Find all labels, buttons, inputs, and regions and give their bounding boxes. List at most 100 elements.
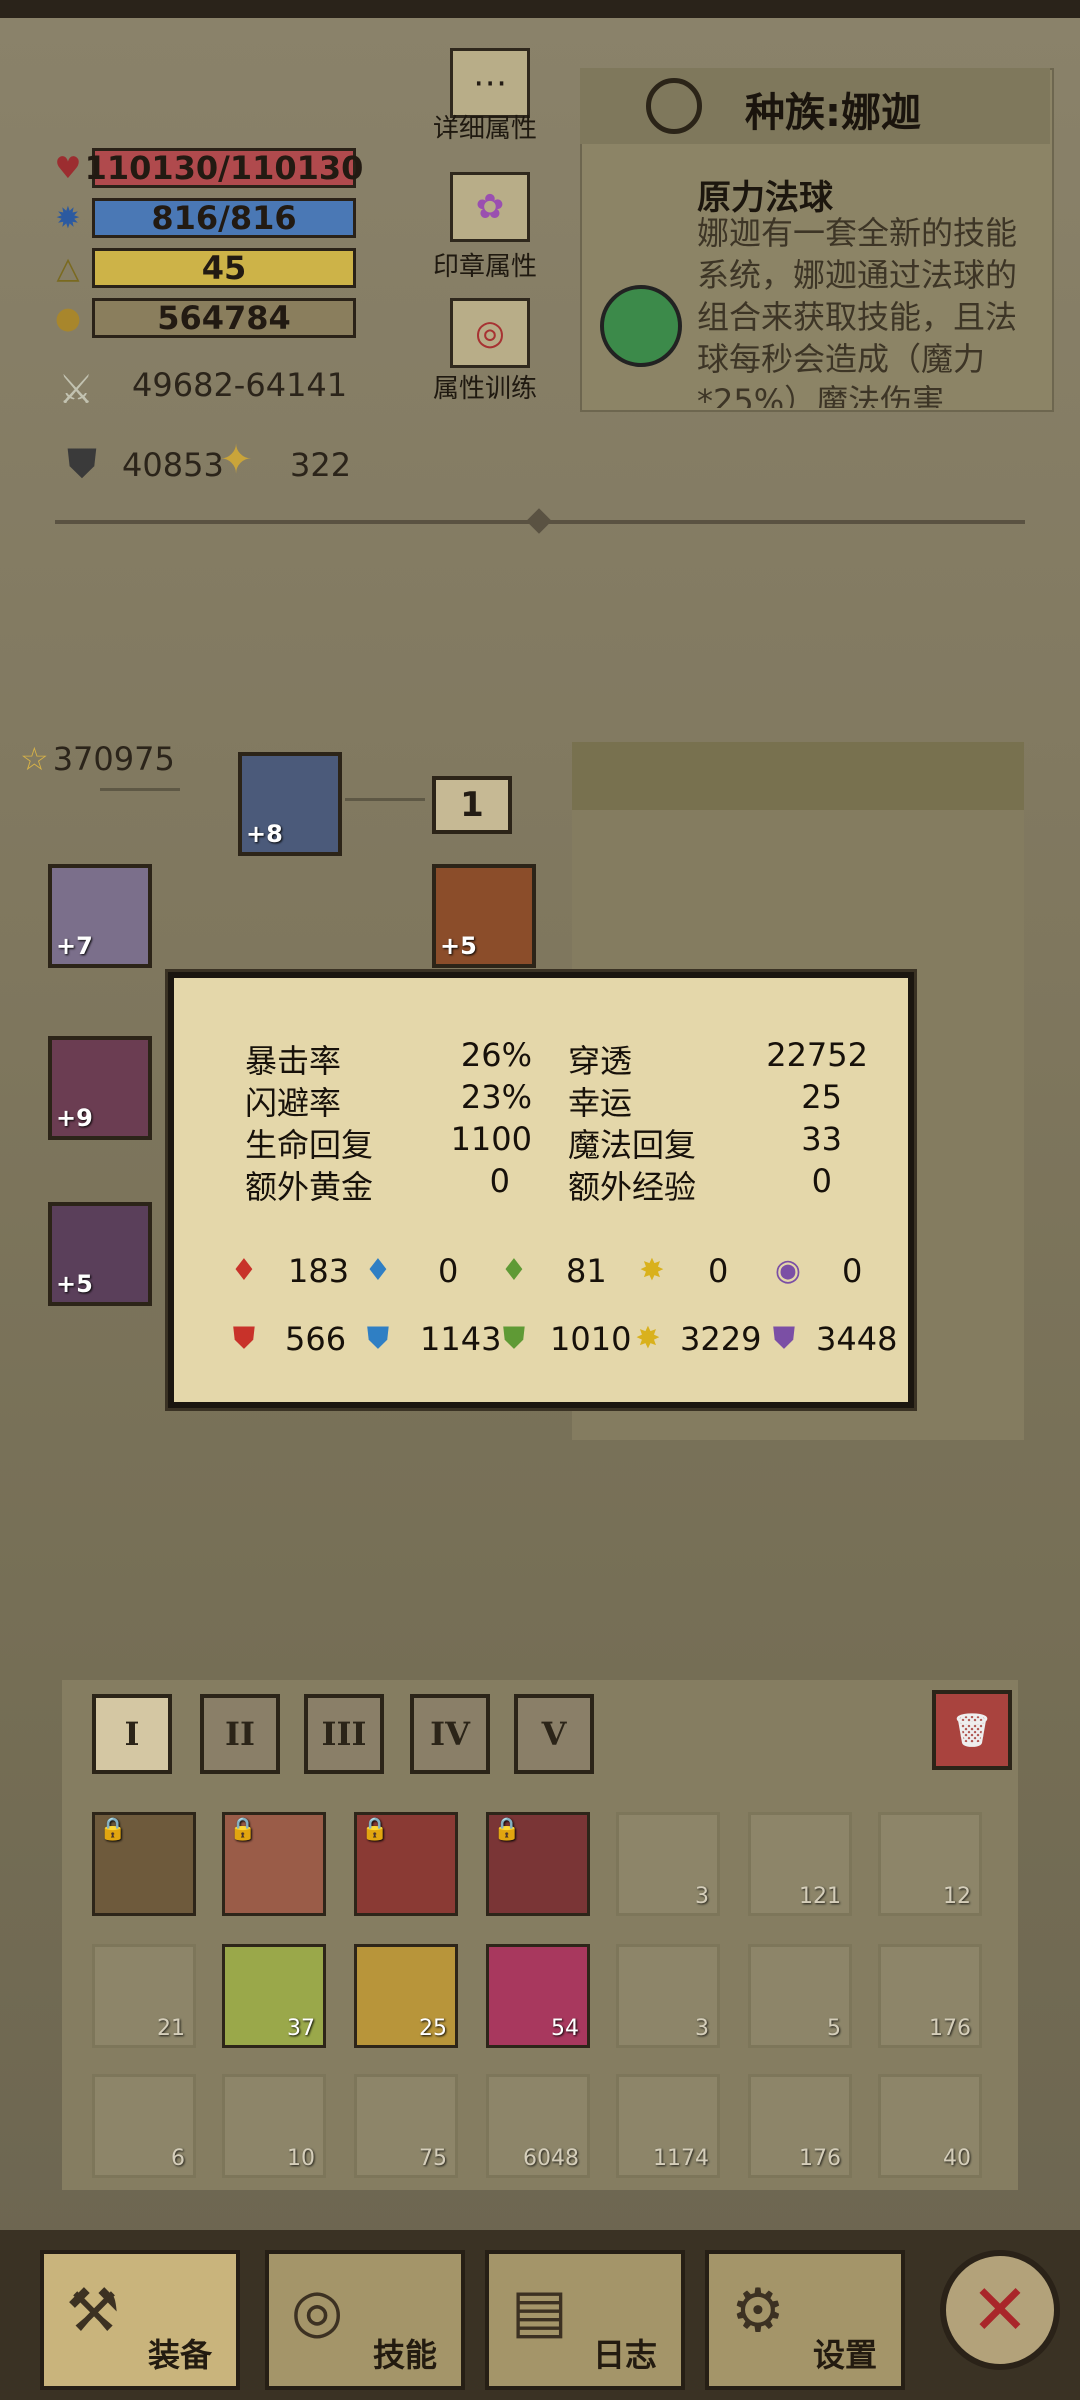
nav-log-button[interactable]: ▤ 日志 <box>485 2250 685 2390</box>
more-dots-icon: ⋯ <box>473 63 507 103</box>
inventory-slot[interactable]: 3 <box>616 1944 720 2048</box>
equip-slot-helmet[interactable]: +8 <box>238 752 342 856</box>
flower-seal-icon: ✿ <box>475 187 505 227</box>
item-count: 75 <box>419 2146 447 2171</box>
star-score: ☆ 370975 <box>20 740 175 778</box>
inventory-slot[interactable]: 5 <box>748 1944 852 2048</box>
close-button[interactable]: ✕ <box>940 2250 1060 2370</box>
penetration-value: 22752 <box>766 1036 868 1074</box>
shadow-resist-value: 3448 <box>816 1320 898 1358</box>
inventory-slot[interactable]: 121 <box>748 1812 852 1916</box>
equip-level: +9 <box>56 1104 93 1132</box>
water-attack-value: 0 <box>438 1252 459 1290</box>
extra-gold-value: 0 <box>489 1162 510 1200</box>
nav-settings-button[interactable]: ⚙ 设置 <box>705 2250 905 2390</box>
connector-line <box>345 798 425 801</box>
defense-value: 40853 <box>122 446 224 484</box>
item-count: 54 <box>551 2016 579 2041</box>
training-attr-button[interactable]: ◎ <box>450 298 530 368</box>
equip-slot-amulet[interactable]: +5 <box>432 864 536 968</box>
inventory-slot[interactable]: 🔒 <box>354 1812 458 1916</box>
item-count: 5 <box>827 2016 841 2041</box>
lock-icon: 🔒 <box>361 1817 389 1842</box>
inventory-slot[interactable]: 21 <box>92 1944 196 2048</box>
mp-regen-label: 魔法回复 <box>568 1126 697 1164</box>
inventory-tab-1[interactable]: I <box>92 1694 172 1774</box>
lightning-attack-value: 0 <box>708 1252 729 1290</box>
gear-icon: ⚙ <box>731 2276 785 2346</box>
close-icon: ✕ <box>970 2269 1030 2351</box>
fire-resist-value: 566 <box>285 1320 347 1358</box>
detail-attr-label: 详细属性 <box>432 114 537 144</box>
heart-icon: ♥ <box>54 150 82 186</box>
inventory-slot[interactable]: 54 <box>486 1944 590 2048</box>
inventory-slot[interactable]: 176 <box>878 1944 982 2048</box>
nature-attack-value: 81 <box>566 1252 607 1290</box>
lightning-resist-value: 3229 <box>680 1320 762 1358</box>
nature-resist-icon: ⛊ <box>502 1320 526 1356</box>
inventory-slot[interactable]: 🔒 <box>222 1812 326 1916</box>
inventory-slot[interactable]: 10 <box>222 2074 326 2178</box>
trash-icon: 🗑 <box>951 1711 993 1749</box>
nature-resist-value: 1010 <box>550 1320 632 1358</box>
nav-equip-label: 装备 <box>147 2336 212 2374</box>
item-count: 40 <box>943 2146 971 2171</box>
inventory-slot[interactable]: 37 <box>222 1944 326 2048</box>
inventory-slot[interactable]: 75 <box>354 2074 458 2178</box>
equip-level: +5 <box>56 1270 93 1298</box>
training-attr-label: 属性训练 <box>432 374 537 404</box>
item-count: 3 <box>695 2016 709 2041</box>
inventory-slot[interactable]: 🔒 <box>486 1812 590 1916</box>
inventory-tab-3[interactable]: III <box>304 1694 384 1774</box>
luck-value: 25 <box>801 1078 842 1116</box>
item-count: 37 <box>287 2016 315 2041</box>
inventory-slot[interactable]: 6 <box>92 2074 196 2178</box>
inventory-slot[interactable]: 40 <box>878 2074 982 2178</box>
item-count: 176 <box>929 2016 971 2041</box>
star-icon: ☆ <box>20 740 49 778</box>
lock-icon: 🔒 <box>493 1817 521 1842</box>
trash-button[interactable]: 🗑 <box>932 1690 1012 1770</box>
hp-bar: 110130/110130 <box>84 148 364 188</box>
race-skill-description[interactable]: 娜迦有一套全新的技能系统，娜迦通过法球的组合来获取技能，且法球每秒会造成（魔力*… <box>697 212 1047 408</box>
inventory-slot[interactable]: 1174 <box>616 2074 720 2178</box>
equip-level: +7 <box>56 932 93 960</box>
crit-rate-value: 26% <box>460 1036 532 1074</box>
nav-log-label: 日志 <box>592 2336 657 2374</box>
inventory-slot[interactable]: 176 <box>748 2074 852 2178</box>
book-icon: ▤ <box>511 2276 568 2346</box>
naga-race-icon <box>646 78 702 134</box>
equip-slot-count-box[interactable]: 1 <box>432 776 512 834</box>
shadow-resist-icon: ⛊ <box>772 1320 796 1356</box>
inventory-slot[interactable]: 12 <box>878 1812 982 1916</box>
equipment-right-panel-header <box>572 742 1024 810</box>
item-count: 6048 <box>523 2146 579 2171</box>
penetration-label: 穿透 <box>568 1042 633 1080</box>
lightning-attack-icon: ✸ <box>639 1252 665 1288</box>
fire-resist-icon: ⛊ <box>232 1320 256 1356</box>
equip-slot-gloves[interactable]: +5 <box>48 1202 152 1306</box>
fire-attack-value: 183 <box>288 1252 350 1290</box>
water-resist-value: 1143 <box>420 1320 502 1358</box>
seal-attr-button[interactable]: ✿ <box>450 172 530 242</box>
inventory-tab-2[interactable]: II <box>200 1694 280 1774</box>
equip-slot-shoulder[interactable]: +7 <box>48 864 152 968</box>
inventory-slot[interactable]: 6048 <box>486 2074 590 2178</box>
inventory-tab-4[interactable]: IV <box>410 1694 490 1774</box>
inventory-slot[interactable]: 25 <box>354 1944 458 2048</box>
nav-skill-button[interactable]: ◎ 技能 <box>265 2250 465 2390</box>
target-icon: ◎ <box>475 313 505 353</box>
inventory-slot[interactable]: 3 <box>616 1812 720 1916</box>
inventory-tab-5[interactable]: V <box>514 1694 594 1774</box>
inventory-slot[interactable]: 🔒 <box>92 1812 196 1916</box>
water-attack-icon: ♦ <box>364 1252 392 1288</box>
skill-icon: ◎ <box>291 2276 344 2346</box>
luck-label: 幸运 <box>568 1084 633 1122</box>
force-orb-skill-icon <box>600 285 682 367</box>
lock-icon: 🔒 <box>229 1817 257 1842</box>
extra-stat-value: 322 <box>290 446 352 484</box>
item-count: 3 <box>695 1884 709 1909</box>
equip-slot-weapon[interactable]: +9 <box>48 1036 152 1140</box>
nav-equip-button[interactable]: ⚒ 装备 <box>40 2250 240 2390</box>
mana-icon: ✹ <box>55 200 81 236</box>
